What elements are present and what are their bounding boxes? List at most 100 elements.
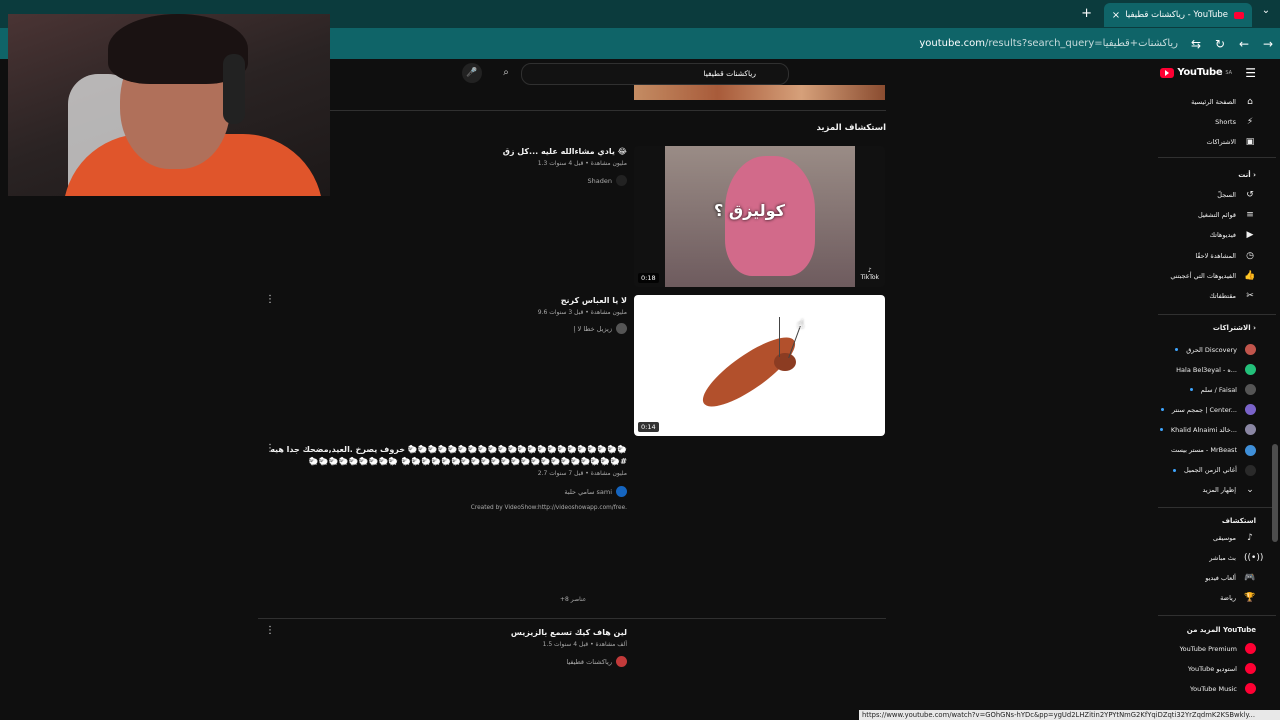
live-indicator — [1189, 388, 1193, 392]
video-duration: 0:18 — [638, 273, 659, 283]
url-field[interactable]: youtube.com/results?search_query=رياكشنا… — [919, 38, 1184, 49]
sidebar-item-watch-later[interactable]: المشاهدة لاحقًا ◷ — [1146, 251, 1256, 261]
youtube-product-icon — [1245, 643, 1256, 654]
your-videos-icon: ▶ — [1246, 230, 1254, 241]
trophy-icon: 🏆 — [1244, 593, 1256, 603]
thumbnail-caption: كوليزق ؟ — [714, 201, 785, 220]
site-settings-icon[interactable]: ⇆ — [1184, 37, 1208, 51]
sidebar-item-label: سلم / Faisal — [1200, 385, 1237, 394]
back-icon[interactable]: ← — [1232, 37, 1256, 51]
logo-country: SA — [1225, 69, 1232, 76]
sidebar-show-more[interactable]: إظهار المزيد ⌄ — [1146, 485, 1256, 495]
video-channel[interactable]: سامي حلبة sami — [564, 486, 627, 497]
avatar — [1245, 344, 1256, 355]
music-icon: ♪ — [1247, 533, 1253, 543]
sidebar-item-label: قوائم التشغيل — [1197, 211, 1236, 220]
video-title[interactable]: لين هاف كيك تسمع بالزيزيس — [511, 628, 627, 637]
sidebar-item-label: الاشتراكات — [1206, 138, 1236, 146]
sidebar-item-liked[interactable]: الفيديوهات التي أعجبتني 👍 — [1146, 271, 1256, 281]
avatar — [1245, 384, 1256, 396]
tab-search-icon[interactable]: ⌄ — [1258, 5, 1274, 16]
sidebar-item-label: بث مباشر — [1209, 554, 1236, 562]
tab-close-icon[interactable]: × — [1108, 10, 1124, 21]
more-options-icon[interactable]: ⋮ — [265, 625, 275, 636]
video-thumbnail[interactable]: ☝ 0:14 — [634, 295, 885, 436]
reload-icon[interactable]: ↻ — [1208, 37, 1232, 51]
sidebar-item-history[interactable]: السجلّ ↺ — [1146, 190, 1256, 200]
sidebar-divider — [1158, 157, 1276, 158]
liked-icon: 👍 — [1244, 270, 1256, 281]
sidebar-item-label: فيديوهاتك — [1209, 231, 1236, 240]
sidebar-item-yt-product[interactable]: YouTube Music — [1146, 683, 1256, 694]
video-channel[interactable]: زيزيل خطا لا إ — [574, 323, 627, 334]
sidebar-item-label: جمجم سنتر | Center... — [1171, 405, 1237, 414]
video-thumbnail-partial[interactable] — [634, 85, 885, 100]
video-channel[interactable]: رياكشنات قطيفيا — [566, 656, 627, 667]
sidebar-item-live[interactable]: بث مباشر ((•)) — [1146, 553, 1263, 563]
sidebar-item-subscriptions[interactable]: الاشتراكات ▣ — [1146, 137, 1256, 147]
chevron-down-icon: ⌄ — [1246, 485, 1254, 495]
gaming-icon: 🎮 — [1244, 573, 1256, 583]
video-meta: 9.6 مليون مشاهدة • قبل 3 سنوات — [537, 309, 627, 316]
avatar — [1245, 424, 1256, 436]
url-host: youtube.com — [919, 38, 986, 49]
sidebar-divider — [1158, 314, 1276, 315]
sidebar-item-label: موسيقى — [1213, 534, 1236, 542]
sidebar-you-header[interactable]: أنت › — [1238, 171, 1256, 179]
sidebar-item-subscription[interactable]: Hala Bel3eyal - ه... — [1146, 364, 1256, 376]
sidebar-explore-header: استكشاف — [1221, 517, 1256, 525]
menu-icon[interactable]: ☰ — [1245, 66, 1256, 80]
live-indicator — [1173, 468, 1177, 472]
sidebar-item-shorts[interactable]: Shorts ⚡ — [1146, 117, 1256, 127]
live-indicator — [1159, 428, 1163, 432]
sidebar-item-trophy[interactable]: رياضة 🏆 — [1146, 593, 1256, 603]
sidebar-item-label: Hala Bel3eyal - ه... — [1176, 365, 1237, 374]
avatar — [1245, 364, 1256, 376]
tab-youtube[interactable]: × رياكشنات قطيفيا - YouTube — [1104, 3, 1252, 27]
shorts-icon: ⚡ — [1246, 117, 1254, 127]
sidebar-item-label: مستر بيست - MrBeast — [1171, 446, 1237, 454]
tiktok-badge: ♪ TikTok — [860, 267, 879, 281]
sidebar-item-yt-product[interactable]: YouTube Premium — [1146, 643, 1256, 654]
forward-icon[interactable]: → — [1256, 37, 1280, 51]
youtube-logo[interactable]: YouTube SA — [1160, 67, 1232, 78]
sidebar-scrollbar[interactable] — [1272, 444, 1278, 542]
sidebar-item-clips[interactable]: مقتطفاتك ✂ — [1146, 291, 1256, 301]
sidebar-item-music[interactable]: موسيقى ♪ — [1146, 533, 1256, 543]
sidebar-item-label: الصفحة الرئيسية — [1191, 98, 1236, 106]
divider — [258, 618, 886, 619]
sidebar-item-subscription[interactable]: جمجم سنتر | Center... — [1146, 404, 1256, 416]
sidebar-item-gaming[interactable]: ألعاب فيديو 🎮 — [1146, 573, 1256, 583]
video-channel[interactable]: Shaden — [588, 175, 627, 186]
sidebar-item-home[interactable]: الصفحة الرئيسية ⌂ — [1146, 97, 1256, 107]
more-options-icon[interactable]: ⋮ — [265, 294, 275, 305]
sidebar-item-subscription[interactable]: مستر بيست - MrBeast — [1146, 444, 1256, 456]
sidebar-item-your-videos[interactable]: فيديوهاتك ▶ — [1146, 230, 1256, 240]
sidebar-item-playlists[interactable]: قوائم التشغيل ≡ — [1146, 210, 1256, 220]
sidebar-item-yt-product[interactable]: YouTube استوديو — [1146, 663, 1256, 674]
video-title[interactable]: يادي مشاءالله عليه ...كل زق 😂 — [503, 147, 627, 156]
link-status-bar: https://www.youtube.com/watch?v=GOhGNs-h… — [859, 710, 1280, 720]
voice-search-icon[interactable]: 🎤 — [462, 63, 482, 83]
sidebar-item-subscription[interactable]: سلم / Faisal — [1146, 384, 1256, 396]
mouse-cursor-icon: ☝ — [797, 317, 805, 331]
sidebar-item-subscription[interactable]: الحرق Discovery — [1146, 344, 1256, 355]
search-input[interactable]: رياكشنات قطيفيا — [521, 63, 789, 85]
sidebar-item-label: رياضة — [1220, 594, 1236, 602]
sidebar-subs-header[interactable]: الاشتراكات › — [1213, 324, 1256, 332]
search-icon[interactable]: ⌕ — [495, 63, 517, 83]
sidebar-item-subscription[interactable]: Khalid Alnaimi خالد... — [1146, 424, 1256, 436]
youtube-product-icon — [1245, 663, 1256, 674]
video-description: Created by VideoShow:http://videoshowapp… — [470, 505, 627, 511]
youtube-favicon-icon — [1234, 11, 1244, 19]
video-title[interactable]: لا يا العباس كرنج — [561, 296, 627, 305]
video-title[interactable]: خروف يصرخ .العيد,مضحك جدا هيه 🐑🐑🐑🐑🐑🐑🐑🐑🐑🐑… — [267, 444, 627, 468]
sidebar-item-label: إظهار المزيد — [1202, 486, 1236, 494]
logo-text: YouTube — [1177, 67, 1223, 78]
more-items-label[interactable]: +8 عناصر — [560, 596, 586, 603]
new-tab-button[interactable]: + — [1081, 6, 1092, 21]
avatar — [616, 486, 627, 497]
sidebar-item-subscription[interactable]: أغاني الزمن الجميل — [1146, 464, 1256, 476]
subscriptions-icon: ▣ — [1245, 137, 1255, 147]
video-thumbnail[interactable]: كوليزق ؟ ♪ TikTok 0:18 — [634, 146, 885, 287]
